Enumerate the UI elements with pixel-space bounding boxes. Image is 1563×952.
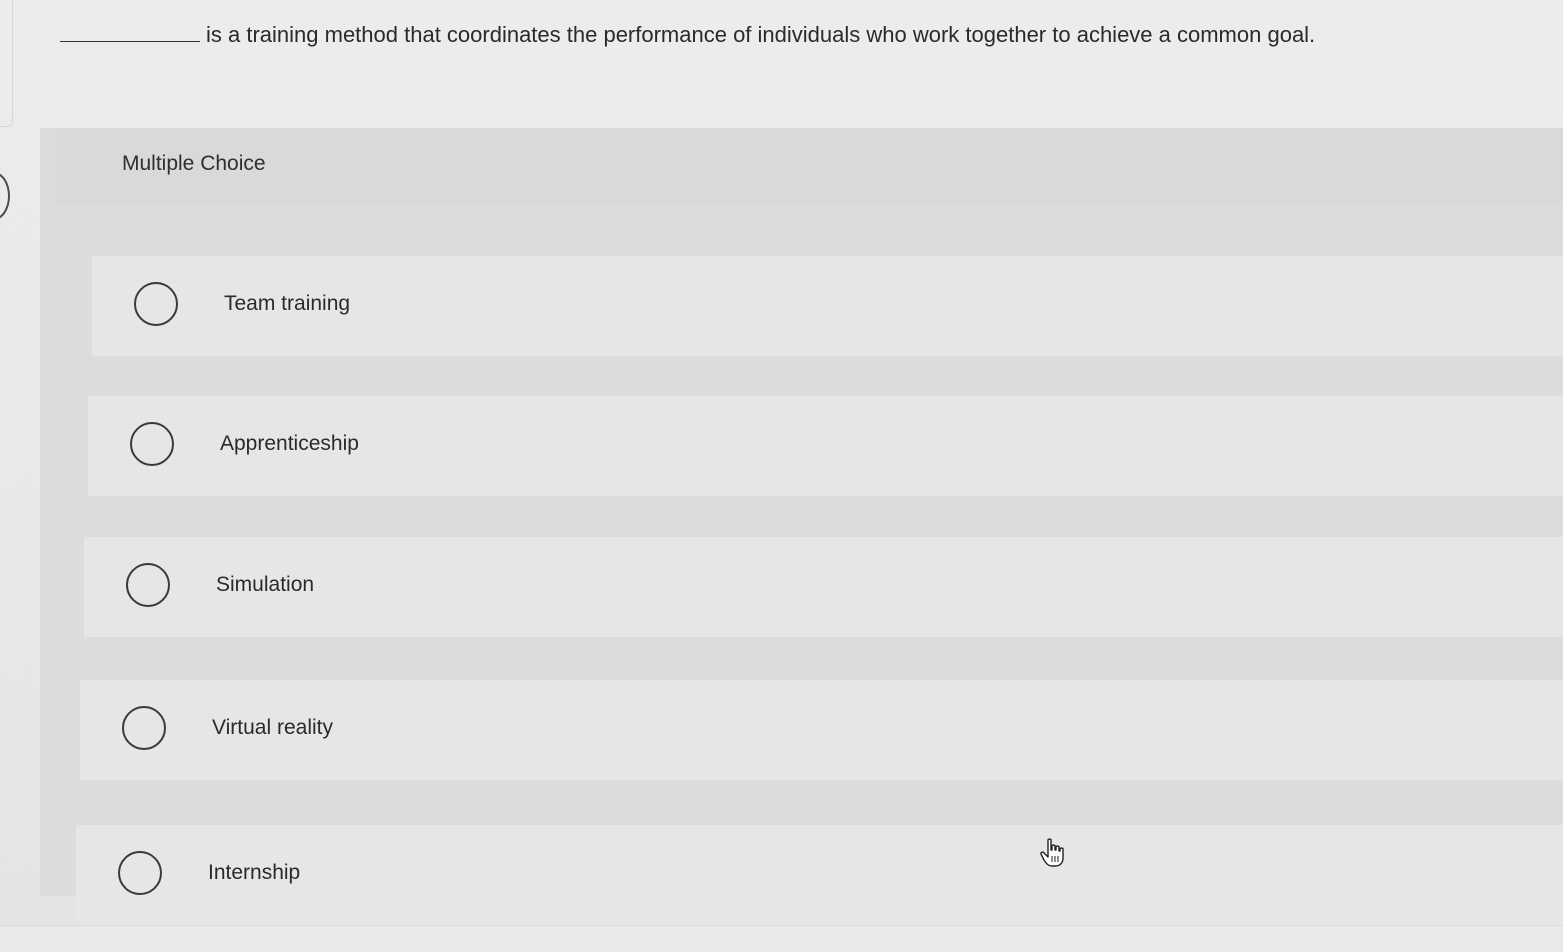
- answer-option-team-training[interactable]: Team training: [92, 256, 1563, 356]
- answer-option-label: Apprenticeship: [220, 432, 359, 455]
- answer-option-label: Simulation: [216, 573, 315, 596]
- answer-option-apprenticeship[interactable]: Apprenticeship: [88, 396, 1563, 496]
- multiple-choice-header: [56, 128, 1563, 206]
- answer-option-label: Virtual reality: [212, 716, 333, 739]
- fill-in-blank: [60, 33, 200, 42]
- radio-button[interactable]: [122, 706, 166, 750]
- answer-option-label: Internship: [208, 861, 301, 884]
- radio-button[interactable]: [118, 851, 162, 895]
- question-prompt: is a training method that coordinates th…: [60, 20, 1315, 50]
- question-text: is a training method that coordinates th…: [206, 22, 1316, 47]
- hand-pointer-icon: [1040, 838, 1064, 867]
- answer-option-label: Team training: [224, 292, 351, 315]
- radio-button[interactable]: [130, 422, 174, 466]
- panel-edge: [0, 0, 13, 127]
- page-footer-strip: [0, 925, 1563, 952]
- multiple-choice-title: Multiple Choice: [122, 152, 266, 175]
- answer-option-simulation[interactable]: Simulation: [84, 537, 1563, 637]
- radio-button[interactable]: [126, 563, 170, 607]
- answer-option-virtual-reality[interactable]: Virtual reality: [80, 680, 1563, 780]
- answer-option-internship[interactable]: Internship: [76, 825, 1563, 925]
- multiple-choice-panel: [40, 128, 1563, 896]
- side-navigation-tab[interactable]: [0, 172, 10, 220]
- radio-button[interactable]: [134, 282, 178, 326]
